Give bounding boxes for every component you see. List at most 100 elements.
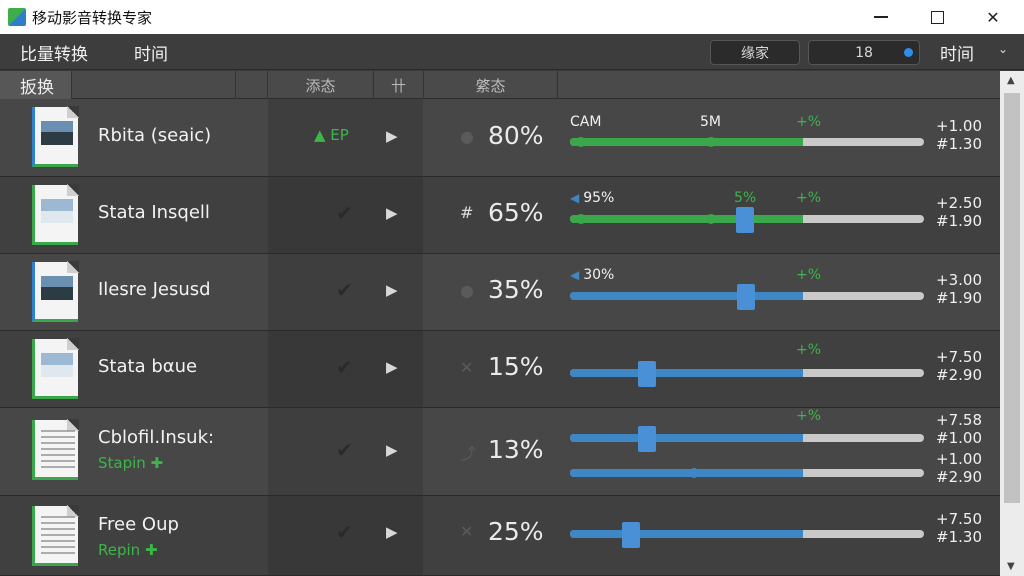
play-icon[interactable]: ▶	[386, 358, 398, 376]
menu-bar: 比量转换 时间 缘家 18 时间 ⌄	[0, 34, 1024, 70]
progress-percent: 80%	[488, 121, 544, 150]
track-label: +%	[796, 408, 822, 424]
table-row[interactable]: Cblofil.Insuk: Stapin ✚ ✔ ▶ ⤴ 13% +% +7.…	[0, 408, 1000, 496]
progress-slider[interactable]	[570, 138, 924, 146]
minimize-button[interactable]	[858, 0, 904, 34]
slider-handle[interactable]	[736, 207, 754, 233]
slider-marker	[576, 214, 586, 224]
file-sub-label[interactable]: Stapin ✚	[98, 454, 163, 472]
value-readout: +2.50 #1.90	[936, 194, 982, 230]
document-thumbnail-icon	[41, 430, 75, 470]
play-icon[interactable]: ▶	[386, 441, 398, 459]
progress-percent: 65%	[488, 198, 544, 227]
play-icon[interactable]: ▶	[386, 127, 398, 145]
slider-handle[interactable]	[638, 426, 656, 452]
menu-batch-convert[interactable]: 比量转换	[20, 40, 88, 65]
progress-fill	[570, 434, 803, 442]
close-icon: ✕	[460, 522, 474, 541]
play-icon[interactable]: ▶	[386, 281, 398, 299]
progress-fill	[570, 215, 803, 223]
track-label: 5M	[700, 114, 721, 130]
column-grid[interactable]: 卄	[374, 71, 424, 99]
pill-label-2: 18	[855, 44, 873, 61]
file-thumbnail	[32, 419, 79, 480]
value-readout: +7.58 #1.00	[936, 411, 982, 447]
value-readout: +7.50 #1.30	[936, 510, 982, 546]
track-label: CAM	[570, 114, 602, 130]
check-icon[interactable]: ✔	[336, 201, 353, 225]
slider-handle[interactable]	[737, 284, 755, 310]
close-icon: ✕	[986, 7, 1000, 27]
table-row[interactable]: Stata Insqell ✔ ▶ # 65% ◀ 95% 5% +% +2.50…	[0, 177, 1000, 254]
track-label: ◀ 30%	[570, 267, 615, 283]
column-state[interactable]: 綮态	[424, 71, 558, 99]
slider-handle[interactable]	[622, 522, 640, 548]
column-header: 扳换 添态 卄 綮态	[0, 71, 1000, 99]
pill-button-2[interactable]: 18	[808, 40, 920, 65]
arrow-left-icon: ◀	[570, 191, 580, 205]
vertical-scrollbar[interactable]: ▲ ▼	[1000, 71, 1024, 576]
chevron-down-icon[interactable]: ⌄	[998, 42, 1008, 56]
play-icon[interactable]: ▶	[386, 204, 398, 222]
progress-slider[interactable]	[570, 434, 924, 442]
hash-icon: #	[460, 203, 474, 222]
status-dot-icon: ●	[460, 127, 474, 146]
pill-button-1[interactable]: 缘家	[710, 40, 800, 65]
check-icon[interactable]: ✔	[336, 438, 353, 462]
column-blank-1	[72, 71, 236, 99]
progress-percent: 15%	[488, 352, 544, 381]
check-icon[interactable]: ✔	[336, 355, 353, 379]
slider-marker	[689, 468, 699, 478]
slider-marker	[576, 137, 586, 147]
table-row[interactable]: Stata bαue ✔ ▶ ✕ 15% +% +7.50 #2.90	[0, 331, 1000, 408]
minimize-icon	[874, 16, 888, 18]
play-icon[interactable]: ▶	[386, 523, 398, 541]
file-name: Ilesre Jesusd	[98, 279, 211, 300]
file-thumbnail	[32, 338, 79, 399]
scroll-up-icon[interactable]: ▲	[1007, 75, 1015, 86]
column-add-state[interactable]: 添态	[268, 71, 374, 99]
progress-fill	[570, 369, 803, 377]
file-name: Free Oup	[98, 514, 179, 535]
scrollbar-thumb[interactable]	[1004, 93, 1020, 503]
status-badge: ▲ EP	[314, 126, 349, 144]
file-name: Rbita (ѕeaic)	[98, 125, 212, 146]
file-name: Cblofil.Insuk:	[98, 427, 215, 448]
document-thumbnail-icon	[41, 516, 75, 556]
image-thumbnail-icon	[41, 121, 73, 145]
file-sub-label[interactable]: Repin ✚	[98, 541, 158, 559]
table-row[interactable]: Ilesre Jesusd ✔ ▶ ● 35% ◀ 30% +% +3.00 #1.…	[0, 254, 1000, 331]
progress-fill	[570, 469, 803, 477]
share-icon: ⤴	[460, 444, 477, 463]
menu-time[interactable]: 时间	[134, 40, 168, 65]
progress-fill	[570, 138, 803, 146]
pill-label-1: 缘家	[741, 45, 769, 62]
progress-percent: 35%	[488, 275, 544, 304]
progress-percent: 13%	[488, 435, 544, 464]
table-row[interactable]: Free Oup Repin ✚ ✔ ▶ ✕ 25% +7.50 #1.30	[0, 496, 1000, 576]
check-icon[interactable]: ✔	[336, 520, 353, 544]
image-thumbnail-icon	[41, 353, 73, 377]
slider-handle[interactable]	[638, 361, 656, 387]
progress-fill	[570, 530, 803, 538]
progress-slider[interactable]	[570, 469, 924, 477]
slider-marker	[706, 137, 716, 147]
value-readout: +3.00 #1.90	[936, 271, 982, 307]
progress-slider[interactable]	[570, 369, 924, 377]
menu-time-right[interactable]: 时间	[940, 40, 974, 65]
scroll-down-icon[interactable]: ▼	[1007, 561, 1015, 572]
maximize-button[interactable]	[914, 0, 960, 34]
progress-fill	[570, 292, 803, 300]
table-row[interactable]: Rbita (ѕeaic) ▲ EP ▶ ● 80% CAM 5M +% +1.…	[0, 99, 1000, 177]
track-label: +%	[796, 114, 822, 130]
file-thumbnail	[32, 261, 79, 322]
column-convert[interactable]: 扳换	[0, 71, 72, 99]
window-title: 移动影音转换专家	[32, 8, 153, 27]
slider-marker	[706, 214, 716, 224]
track-label: 5%	[734, 190, 757, 206]
file-thumbnail	[32, 106, 79, 167]
title-bar: 移动影音转换专家 ✕	[0, 0, 1024, 34]
close-icon: ✕	[460, 358, 474, 377]
check-icon[interactable]: ✔	[336, 278, 353, 302]
close-button[interactable]: ✕	[970, 0, 1016, 34]
